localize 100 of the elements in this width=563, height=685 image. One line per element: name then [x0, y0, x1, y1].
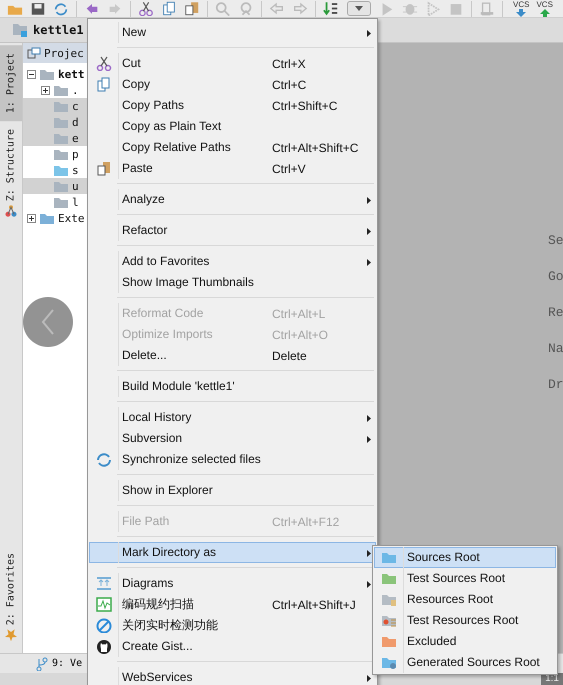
project-icon	[27, 47, 41, 59]
tree-item[interactable]: c	[23, 98, 89, 114]
menu-item[interactable]: Copy as Plain Text	[89, 116, 376, 137]
tree-label: e	[72, 132, 79, 144]
menu-item[interactable]: Show in Explorer	[89, 480, 376, 501]
tree-item[interactable]: s	[23, 162, 89, 178]
submenu-item[interactable]: Generated Sources Root	[374, 652, 556, 673]
paste-icon	[96, 161, 112, 176]
folder-icon	[381, 613, 397, 628]
tree-item[interactable]: u	[23, 178, 89, 194]
tool-window-tab[interactable]: Z: Structure	[0, 121, 22, 226]
submenu-arrow-icon	[367, 415, 371, 422]
tree-item[interactable]: e	[23, 130, 89, 146]
sort-icon	[323, 1, 339, 16]
menu-item[interactable]: Analyze	[89, 189, 376, 210]
menu-item[interactable]: Show Image Thumbnails	[89, 272, 376, 293]
vcs-button[interactable]: VCS	[513, 0, 530, 16]
submenu-arrow-icon	[367, 436, 371, 443]
tree-item[interactable]: d	[23, 114, 89, 130]
submenu-arrow-icon	[367, 228, 371, 235]
copy-icon	[161, 1, 177, 16]
menu-item[interactable]: Add to Favorites	[89, 251, 376, 272]
submenu-arrow-icon	[367, 675, 371, 682]
expand-icon	[27, 214, 36, 222]
tool-window-tab[interactable]: 2: Favorites	[0, 544, 22, 649]
structure-icon	[5, 205, 17, 218]
dropdown-button[interactable]	[347, 1, 371, 16]
tree-item[interactable]: kett	[23, 66, 89, 82]
cat-logo-icon	[96, 639, 112, 654]
menu-item[interactable]: New	[89, 22, 376, 43]
folder-icon	[381, 571, 397, 586]
tree-item[interactable]: p	[23, 146, 89, 162]
menu-item[interactable]: Subversion	[89, 428, 376, 449]
paste-icon	[184, 1, 200, 16]
tree-item[interactable]: .	[23, 82, 89, 98]
diagram-icon	[96, 576, 112, 591]
submenu-item[interactable]: Resources Root	[374, 589, 556, 610]
menu-item[interactable]: Copy Paths Ctrl+Shift+C	[89, 95, 376, 116]
menu-item[interactable]: Copy Relative Paths Ctrl+Alt+Shift+C	[89, 137, 376, 158]
sync-icon	[53, 1, 69, 16]
folder-icon	[39, 211, 55, 225]
breadcrumb-item[interactable]: kettle1	[12, 23, 84, 37]
menu-item[interactable]: Mark Directory as	[89, 542, 376, 563]
tree-label: c	[72, 100, 79, 112]
caret-icon	[355, 6, 363, 11]
tree-item[interactable]: Exte	[23, 210, 89, 226]
tree-label: s	[72, 164, 79, 176]
tree-label: u	[72, 180, 79, 192]
panel-title: Projec	[44, 46, 84, 60]
chevron-left-icon	[41, 309, 55, 335]
folder-icon	[53, 179, 69, 193]
tree-item[interactable]: l	[23, 194, 89, 210]
tool-window-tab[interactable]: 9: Ve	[36, 656, 82, 670]
editor-hint: Go	[548, 268, 563, 286]
sync-icon	[96, 452, 112, 467]
editor-hint: Se	[548, 232, 563, 250]
copy-icon	[96, 77, 112, 92]
menu-item[interactable]: Delete... Delete	[89, 345, 376, 366]
editor-hint: Dr	[548, 376, 563, 394]
tree-label: kett	[58, 68, 84, 80]
submenu-item[interactable]: Test Sources Root	[374, 568, 556, 589]
menu-item[interactable]: Refactor	[89, 220, 376, 241]
chart-icon	[96, 597, 112, 612]
submenu-arrow-icon	[367, 581, 371, 588]
tree-label: d	[72, 116, 79, 128]
menu-item[interactable]: Cut Ctrl+X	[89, 53, 376, 74]
folder-icon	[381, 592, 397, 607]
scissors-icon	[138, 1, 154, 16]
submenu-item[interactable]: Excluded	[374, 631, 556, 652]
collapse-icon	[27, 70, 36, 78]
editor-hint: Re	[548, 304, 563, 322]
menu-item[interactable]: Local History	[89, 407, 376, 428]
menu-item[interactable]: Paste Ctrl+V	[89, 158, 376, 179]
tree-label: .	[72, 84, 79, 96]
expand-icon	[41, 86, 50, 94]
tree-label: p	[72, 148, 79, 160]
vcs-button[interactable]: VCS	[536, 0, 553, 16]
folder-icon	[12, 23, 28, 37]
prohibited-icon	[96, 618, 112, 633]
folder-icon	[381, 634, 397, 649]
submenu-arrow-icon	[367, 30, 371, 37]
menu-item[interactable]: Copy Ctrl+C	[89, 74, 376, 95]
submenu-arrow-icon	[367, 259, 371, 266]
branch-icon	[36, 656, 48, 670]
tree-label: l	[72, 196, 79, 208]
arrow-right-icon	[292, 1, 308, 16]
menu-item[interactable]: Synchronize selected files	[89, 449, 376, 470]
arrow-left-icon	[269, 1, 285, 16]
menu-item[interactable]: Build Module 'kettle1'	[89, 376, 376, 397]
folder-icon	[381, 550, 397, 565]
submenu-item[interactable]: Sources Root	[374, 547, 556, 568]
folder-icon	[39, 67, 55, 81]
submenu-arrow-icon	[367, 197, 371, 204]
tool-window-tab[interactable]: 1: Project	[0, 45, 22, 122]
submenu-item[interactable]: Test Resources Root	[374, 610, 556, 631]
arrow-down-icon	[516, 8, 526, 16]
scissors-icon	[96, 56, 112, 71]
submenu-arrow-icon	[367, 550, 371, 557]
folder-icon	[381, 655, 397, 670]
tree-label: Exte	[58, 212, 84, 224]
